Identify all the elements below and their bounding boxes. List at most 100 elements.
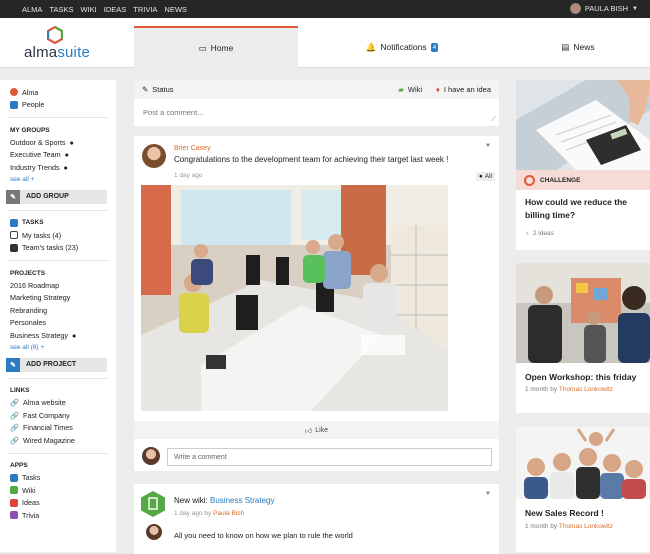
author-avatar xyxy=(146,524,162,540)
logo-hexagon-icon xyxy=(47,26,63,44)
ideas-count: ♁ 2 ideas xyxy=(525,230,554,237)
like-button[interactable]: 👍︎ Like xyxy=(134,421,499,439)
alma-icon xyxy=(10,88,18,97)
resize-handle-icon[interactable]: ⟋ xyxy=(491,116,496,124)
tasks-heading[interactable]: TASKS xyxy=(0,217,116,230)
target-icon xyxy=(524,174,535,186)
sidebar-item-app-ideas[interactable]: Ideas xyxy=(0,497,116,510)
post-meta: 1 day ago by Paula Bish xyxy=(174,510,245,517)
edit-icon: ✎ xyxy=(6,189,20,204)
post-photo[interactable] xyxy=(141,185,448,411)
globe-icon: ● xyxy=(64,150,69,160)
link-icon: 🔗 xyxy=(10,423,19,433)
sidebar-item-project[interactable]: Marketing Strategy xyxy=(0,292,116,305)
sidebar-item-people[interactable]: People xyxy=(0,99,116,112)
newspaper-icon: ▤ xyxy=(561,41,570,52)
user-name: PAULA BISH xyxy=(584,4,629,13)
tab-home-label: Home xyxy=(210,43,234,53)
sidebar-item-task[interactable]: My tasks (4) xyxy=(0,229,116,242)
sidebar-item-app-trivia[interactable]: Trivia xyxy=(0,509,116,522)
author-link[interactable]: Thomas Lonkowitz xyxy=(559,523,613,530)
sidebar-item-group[interactable]: Industry Trends ● xyxy=(0,161,116,174)
author-link[interactable]: Thomas Lonkowitz xyxy=(559,386,613,393)
chevron-down-icon: ▼ xyxy=(632,5,638,12)
add-group-button[interactable]: ✎ ADD GROUP xyxy=(6,189,107,204)
wiki-link[interactable]: Business Strategy xyxy=(210,496,274,505)
sidebar-item-alma[interactable]: Alma xyxy=(0,86,116,99)
office-team-photo xyxy=(141,185,448,411)
tab-notifications[interactable]: 🔔 Notifications 4 xyxy=(298,26,506,68)
chevron-down-icon[interactable]: ▼ xyxy=(485,491,491,497)
calculator-photo xyxy=(516,80,650,170)
tab-notifications-label: Notifications xyxy=(380,42,427,52)
sidebar-item-app-tasks[interactable]: Tasks xyxy=(0,472,116,485)
top-nav: ALMA TASKS WIKI IDEAS TRIVIA NEWS xyxy=(22,5,187,14)
feed-post: Brier Casey Congratulations to the devel… xyxy=(134,136,499,471)
post-text: Congratulations to the development team … xyxy=(174,155,449,164)
sidebar-item-link[interactable]: 🔗 Financial Times xyxy=(0,422,116,435)
news-title[interactable]: Open Workshop: this friday xyxy=(525,372,636,382)
nav-ideas[interactable]: IDEAS xyxy=(104,5,127,14)
wiki-document-icon xyxy=(141,491,165,517)
link-icon: 🔗 xyxy=(10,398,19,408)
user-avatar xyxy=(569,3,581,14)
visibility-selector[interactable]: ● All xyxy=(475,172,495,181)
composer-tabs: ✎ Status ▰ Wiki ♦ I have an idea xyxy=(134,80,499,99)
sidebar-item-link[interactable]: 🔗 Fast Company xyxy=(0,409,116,422)
news-card[interactable]: Open Workshop: this friday 1 month by Th… xyxy=(516,263,650,413)
post-comment-text: All you need to know on how we plan to r… xyxy=(174,531,353,540)
pencil-icon: ✎ xyxy=(142,85,149,94)
wiki-tab[interactable]: ▰ Wiki xyxy=(398,85,422,94)
tab-news[interactable]: ▤ News xyxy=(506,26,650,68)
nav-alma[interactable]: ALMA xyxy=(22,5,42,14)
workshop-photo xyxy=(516,263,650,363)
nav-tasks[interactable]: TASKS xyxy=(49,5,73,14)
tasks-app-icon xyxy=(10,473,18,482)
author-avatar[interactable] xyxy=(142,144,166,168)
globe-icon: ● xyxy=(71,330,77,340)
status-tab[interactable]: ✎ Status xyxy=(142,85,174,94)
chevron-down-icon[interactable]: ▼ xyxy=(485,143,491,149)
book-icon: ▰ xyxy=(398,85,404,94)
sidebar-item-project[interactable]: 2016 Roadmap xyxy=(0,279,116,292)
tab-news-label: News xyxy=(573,42,595,52)
sidebar-item-project[interactable]: Rebranding xyxy=(0,304,116,317)
add-project-button[interactable]: ✎ ADD PROJECT xyxy=(6,357,107,372)
challenge-card[interactable]: CHALLENGE How could we reduce the billin… xyxy=(516,80,650,250)
sidebar-item-link[interactable]: 🔗 Wired Magazine xyxy=(0,434,116,447)
post-title: New wiki: Business Strategy xyxy=(174,496,275,505)
projects-see-all-link[interactable]: see all (6) + xyxy=(0,342,116,354)
sidebar-item-task[interactable]: Team's tasks (23) xyxy=(0,242,116,255)
feed-post: New wiki: Business Strategy 1 day ago by… xyxy=(134,484,499,554)
sales-team-photo xyxy=(516,427,650,499)
sidebar-item-link[interactable]: 🔗 Alma website xyxy=(0,397,116,410)
checkbox-checked-icon xyxy=(10,243,18,252)
nav-wiki[interactable]: WIKI xyxy=(80,5,96,14)
sidebar-item-group[interactable]: Executive Team ● xyxy=(0,149,116,162)
news-title[interactable]: New Sales Record ! xyxy=(525,508,604,518)
nav-news[interactable]: NEWS xyxy=(164,5,187,14)
author-name[interactable]: Brier Casey xyxy=(174,145,211,152)
news-card[interactable]: New Sales Record ! 1 month by Thomas Lon… xyxy=(516,427,650,552)
idea-tab[interactable]: ♦ I have an idea xyxy=(436,85,491,94)
author-link[interactable]: Paula Bish xyxy=(213,510,244,517)
challenge-label-bar: CHALLENGE xyxy=(516,170,650,190)
sidebar-item-group[interactable]: Outdoor & Sports ● xyxy=(0,136,116,149)
groups-see-all-link[interactable]: see all + xyxy=(0,174,116,186)
wiki-app-icon xyxy=(10,486,18,495)
lightbulb-icon: ♁ xyxy=(525,230,530,237)
projects-heading: PROJECTS xyxy=(10,269,46,277)
edit-icon: ✎ xyxy=(6,357,20,372)
challenge-title[interactable]: How could we reduce the billing time? xyxy=(525,196,643,222)
sidebar-item-project[interactable]: Business Strategy ● xyxy=(0,329,116,342)
logo[interactable]: almasuite xyxy=(24,26,114,62)
trivia-app-icon xyxy=(10,511,18,520)
write-comment-input[interactable]: Write a comment xyxy=(167,448,492,466)
post-comment-input[interactable]: Post a comment... xyxy=(143,108,203,117)
sidebar-item-app-wiki[interactable]: Wiki xyxy=(0,484,116,497)
nav-trivia[interactable]: TRIVIA xyxy=(133,5,157,14)
tab-home[interactable]: ▭ Home xyxy=(134,26,298,68)
user-menu[interactable]: PAULA BISH ▼ xyxy=(569,3,638,14)
groups-heading: MY GROUPS xyxy=(10,126,50,134)
sidebar-item-project[interactable]: Personales xyxy=(0,317,116,330)
